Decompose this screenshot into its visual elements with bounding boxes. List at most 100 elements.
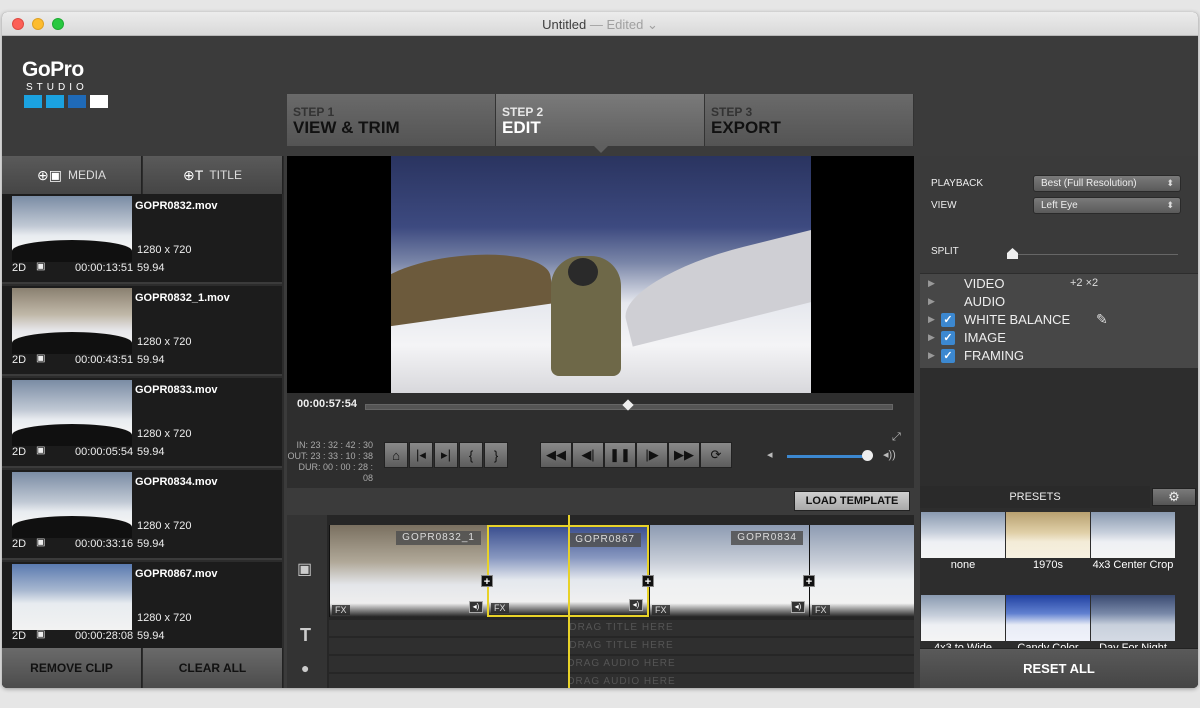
playback-select[interactable]: Best (Full Resolution) ⬍ [1033, 175, 1181, 192]
adjustments-list: ▶ VIDEO +2 ×2 ▶ AUDIO ▶ ✓ WHITE BALANCE … [920, 274, 1198, 368]
step-edit[interactable]: STEP 2 EDIT [496, 94, 705, 146]
step-export[interactable]: STEP 3 EXPORT [705, 94, 914, 146]
media-item[interactable]: GOPR0833.mov 1280 x 720 2D ▣ 00:00:05:54… [2, 378, 282, 468]
preset-candy-color[interactable]: Candy Color [1006, 595, 1090, 655]
disclosure-icon[interactable]: ▶ [928, 314, 935, 325]
media-item[interactable]: GOPR0867.mov 1280 x 720 2D ▣ 00:00:28:08… [2, 562, 282, 648]
media-item[interactable]: GOPR0832.mov 1280 x 720 2D ▣ 00:00:13:51… [2, 194, 282, 284]
camera-icon: ▣ [36, 537, 46, 548]
title-drop-zone[interactable]: DRAG TITLE HERE [329, 638, 914, 654]
disclosure-icon[interactable]: ▶ [928, 350, 935, 361]
pause-button[interactable]: ❚❚ [604, 442, 636, 468]
rewind-icon: ◀◀ [546, 447, 566, 462]
go-to-out-button[interactable]: ▸| [434, 442, 458, 468]
mark-in-icon: { [468, 447, 474, 463]
volume-knob[interactable] [862, 450, 873, 461]
fx-badge[interactable]: FX [812, 605, 830, 615]
add-transition-icon[interactable]: + [642, 575, 654, 588]
media-resolution: 1280 x 720 [137, 336, 192, 348]
clear-all-button[interactable]: CLEAR ALL [143, 648, 283, 688]
gear-icon: ⚙ [1168, 489, 1180, 504]
checkbox-checked-icon[interactable]: ✓ [941, 331, 955, 345]
fx-badge[interactable]: FX [652, 605, 670, 615]
step-back-button[interactable]: ◀| [572, 442, 604, 468]
adjust-video-row[interactable]: ▶ VIDEO +2 ×2 [920, 275, 1198, 293]
adjust-name: AUDIO [964, 294, 1006, 309]
adjust-image-row[interactable]: ▶ ✓ IMAGE [920, 329, 1198, 347]
disclosure-icon[interactable]: ▶ [928, 278, 935, 289]
edited-indicator[interactable]: — Edited ⌄ [590, 17, 658, 32]
step-number: STEP 1 [293, 105, 335, 119]
adjust-white-balance-row[interactable]: ▶ ✓ WHITE BALANCE ✎ [920, 311, 1198, 329]
remove-clip-button[interactable]: REMOVE CLIP [2, 648, 142, 688]
preset-4x3-center-crop[interactable]: 4x3 Center Crop [1091, 512, 1175, 572]
fast-forward-icon: ▶▶ [674, 447, 694, 462]
step-forward-button[interactable]: |▶ [636, 442, 668, 468]
preset-4x3-to-wide[interactable]: 4x3 to Wide [921, 595, 1005, 655]
disclosure-icon[interactable]: ▶ [928, 332, 935, 343]
view-select[interactable]: Left Eye ⬍ [1033, 197, 1181, 214]
preset-name: 1970s [1033, 559, 1063, 571]
adjust-audio-row[interactable]: ▶ AUDIO [920, 293, 1198, 311]
timeline-clip[interactable]: FX [809, 525, 914, 617]
adjust-framing-row[interactable]: ▶ ✓ FRAMING [920, 347, 1198, 365]
audio-drop-zone[interactable]: DRAG AUDIO HERE [329, 674, 914, 688]
fx-badge[interactable]: FX [332, 605, 350, 615]
media-item[interactable]: GOPR0832_1.mov 1280 x 720 2D ▣ 00:00:43:… [2, 286, 282, 376]
preset-1970s[interactable]: 1970s [1006, 512, 1090, 572]
timeline-playhead[interactable] [568, 515, 570, 688]
stepper-icon: ⬍ [1166, 200, 1174, 210]
audio-speaker-icon[interactable]: ◂) [469, 601, 483, 613]
fx-badge[interactable]: FX [491, 603, 509, 613]
preset-day-for-night[interactable]: Day For Night [1091, 595, 1175, 655]
preset-none[interactable]: none [921, 512, 1005, 572]
title-drop-zone[interactable]: DRAG TITLE HERE [329, 620, 914, 636]
media-thumbnail [12, 564, 132, 630]
media-item[interactable]: GOPR0834.mov 1280 x 720 2D ▣ 00:00:33:16… [2, 470, 282, 560]
presets-settings-button[interactable]: ⚙ [1152, 488, 1196, 506]
disclosure-icon[interactable]: ▶ [928, 296, 935, 307]
audio-speaker-icon[interactable]: ◂) [791, 601, 805, 613]
media-name: GOPR0834.mov [135, 476, 218, 488]
mark-in-button[interactable]: { [459, 442, 483, 468]
checkbox-checked-icon[interactable]: ✓ [941, 349, 955, 363]
logo-square-4 [90, 95, 108, 108]
stepper-icon: ⬍ [1166, 178, 1174, 188]
step-number: STEP 3 [711, 105, 753, 119]
loop-button[interactable]: ⟳ [700, 442, 732, 468]
rewind-button[interactable]: ◀◀ [540, 442, 572, 468]
mark-out-icon: } [493, 447, 499, 463]
camera-icon: ▣ [36, 353, 46, 364]
mark-out-button[interactable]: } [484, 442, 508, 468]
timeline-clip[interactable]: GOPR0834 FX ◂) [649, 525, 809, 617]
media-tab[interactable]: ⊕▣ MEDIA [2, 156, 142, 194]
audio-drop-zone[interactable]: DRAG AUDIO HERE [329, 656, 914, 672]
loop-icon: ⟳ [710, 447, 722, 462]
transport-controls: 00:00:57:54 ⤢ IN: 23 : 32 : 42 : 30 OUT:… [287, 393, 914, 488]
fullscreen-icon[interactable]: ⤢ [892, 431, 901, 444]
load-template-button[interactable]: LOAD TEMPLATE [794, 491, 910, 511]
reset-all-button[interactable]: RESET ALL [920, 648, 1198, 688]
fast-forward-button[interactable]: ▶▶ [668, 442, 700, 468]
preset-thumbnail [1091, 512, 1175, 558]
volume-slider[interactable] [787, 455, 867, 458]
audio-speaker-icon[interactable]: ◂) [629, 599, 643, 611]
preset-name: 4x3 Center Crop [1092, 559, 1174, 571]
timeline-clip[interactable]: GOPR0832_1 FX ◂) [329, 525, 487, 617]
split-slider[interactable] [1012, 254, 1178, 255]
media-resolution: 1280 x 720 [137, 244, 192, 256]
step-view-trim[interactable]: STEP 1 VIEW & TRIM [287, 94, 496, 146]
mark-frame-button[interactable]: ⌂ [384, 442, 408, 468]
title-tab[interactable]: ⊕T TITLE [143, 156, 283, 194]
go-to-in-button[interactable]: |◂ [409, 442, 433, 468]
eyedropper-icon[interactable]: ✎ [1096, 311, 1108, 328]
split-slider-knob[interactable] [1007, 248, 1018, 259]
media-mode: 2D [12, 630, 27, 642]
media-panel: ⊕▣ MEDIA ⊕T TITLE GOPR0832.mov 1280 x 72… [2, 156, 284, 688]
add-transition-icon[interactable]: + [481, 575, 493, 588]
video-speed-options[interactable]: +2 ×2 [1070, 277, 1098, 289]
document-name: Untitled [542, 17, 587, 32]
add-transition-icon[interactable]: + [803, 575, 815, 588]
checkbox-checked-icon[interactable]: ✓ [941, 313, 955, 327]
media-name: GOPR0867.mov [135, 568, 218, 580]
